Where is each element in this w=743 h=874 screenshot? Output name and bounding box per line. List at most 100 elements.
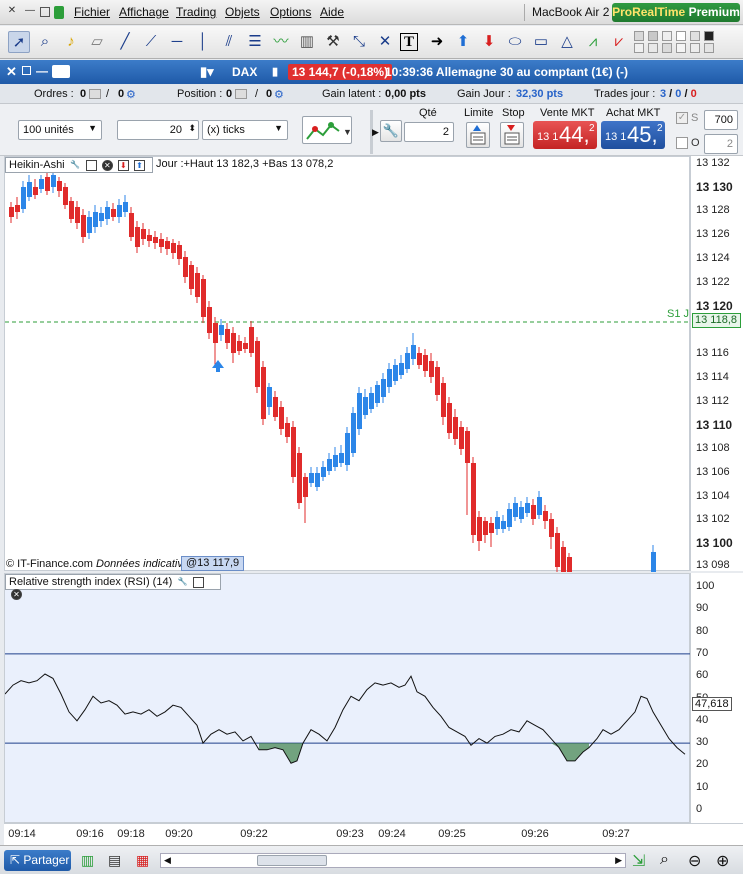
arrow-up-icon[interactable]: ⬆	[452, 31, 474, 53]
color-swatch[interactable]	[634, 43, 644, 53]
price-tick: 13 104	[696, 490, 730, 502]
close-panel-icon[interactable]: ✕	[101, 159, 113, 171]
rsi-panel[interactable]: Relative strength index (RSI) (14) 🔧 ✕	[4, 573, 691, 823]
scroll-right-icon[interactable]: ▶	[615, 855, 622, 866]
orders-icon[interactable]: ▮	[272, 65, 278, 78]
maximize-panel-icon[interactable]	[193, 576, 205, 588]
color-swatch[interactable]	[690, 43, 700, 53]
menu-fichier[interactable]: Fichier	[74, 5, 110, 19]
candles-icon[interactable]: ▮▾	[200, 64, 214, 80]
tools-icon[interactable]: ⤡	[348, 31, 370, 53]
close-panel-icon[interactable]: ✕	[11, 588, 22, 600]
channel-icon[interactable]: ⫽	[218, 31, 240, 53]
menu-objets[interactable]: Objets	[225, 5, 260, 19]
maximize-panel-icon[interactable]	[85, 159, 97, 171]
limit-order-button[interactable]	[466, 122, 490, 148]
time-axis[interactable]: 09:14 09:16 09:18 09:20 09:22 09:23 09:24 09:25…	[4, 823, 743, 845]
color-swatch[interactable]	[648, 31, 658, 41]
limite-label: Limite	[464, 107, 494, 119]
wrench-icon[interactable]: 🔧	[177, 577, 188, 588]
color-swatch[interactable]	[676, 31, 686, 41]
units-select[interactable]: 100 unités ▼	[18, 120, 102, 140]
trading-chart-button[interactable]: ▼	[302, 116, 352, 144]
price-chart-panel[interactable]: Heikin-Ashi 🔧 ✕ ⬇ ⬆ Jour :+Haut 13 182,3…	[4, 156, 691, 572]
move-up-icon[interactable]: ⬆	[133, 159, 145, 171]
gain-latent-label: Gain latent :	[322, 88, 382, 100]
cancel-orders-icon[interactable]	[89, 89, 101, 99]
fibonacci-icon[interactable]: ☰	[244, 31, 266, 53]
text-icon[interactable]: T	[400, 33, 418, 51]
color-swatch[interactable]	[648, 43, 658, 53]
keyboard-icon[interactable]	[52, 65, 70, 78]
zigzag-icon[interactable]: ⩘	[582, 31, 604, 53]
o-input[interactable]: 2	[704, 134, 738, 154]
color-swatch[interactable]	[634, 31, 644, 41]
zoom-in-icon[interactable]: ⊕	[716, 851, 729, 871]
pen-icon[interactable]: 〰	[270, 31, 292, 53]
wrench-icon[interactable]: 🔧	[70, 160, 81, 171]
vertical-line-icon[interactable]: │	[192, 31, 214, 53]
close-chart-icon[interactable]: ✕	[6, 64, 17, 80]
arrow-down-icon[interactable]: ⬇	[478, 31, 500, 53]
move-down-icon[interactable]: ⬇	[117, 159, 129, 171]
rsi-tick: 40	[696, 713, 709, 726]
price-axis[interactable]: 13 132 13 130 13 128 13 126 13 124 13 122 13 1…	[690, 156, 743, 571]
sell-market-button[interactable]: 13 1 44, 2	[533, 121, 597, 149]
menu-trading[interactable]: Trading	[176, 5, 216, 19]
horizontal-line-icon[interactable]: ─	[166, 31, 188, 53]
color-swatch[interactable]	[662, 43, 672, 53]
collapse-arrow-icon[interactable]: ▶	[372, 127, 379, 138]
maximize-window-icon[interactable]	[40, 7, 50, 17]
horizontal-scrollbar[interactable]: ◀ ▶	[160, 853, 626, 868]
rectangle-icon[interactable]: ▭	[530, 31, 552, 53]
close-window-icon[interactable]: ✕	[6, 5, 18, 17]
cross-icon[interactable]: ✕	[374, 31, 396, 53]
stepper-icon[interactable]: ⬍	[188, 123, 196, 134]
line-icon[interactable]: ⟋	[140, 31, 162, 53]
position-settings-icon[interactable]: ⚙	[274, 88, 284, 101]
minimize-window-icon[interactable]: —	[24, 5, 36, 17]
zigzag-red-icon[interactable]: ⩗	[608, 31, 630, 53]
scroll-left-icon[interactable]: ◀	[164, 855, 171, 866]
segment-icon[interactable]: ╱	[114, 31, 136, 53]
trash-icon[interactable]: ▥	[296, 31, 318, 53]
menu-options[interactable]: Options	[270, 5, 311, 19]
s-checkbox[interactable]: ✓	[676, 112, 688, 124]
instrument-name[interactable]: DAX	[232, 65, 257, 79]
alarm-icon[interactable]: ♪	[60, 31, 82, 53]
hammer-icon[interactable]: ⚒	[322, 31, 344, 53]
ordres-settings-icon[interactable]: ⚙	[126, 88, 136, 101]
ellipse-icon[interactable]: ⬭	[504, 31, 526, 53]
s-input[interactable]: 700	[704, 110, 738, 130]
minimize-chart-icon[interactable]: —	[36, 64, 48, 78]
scroll-thumb[interactable]	[257, 855, 327, 866]
color-swatch[interactable]	[676, 43, 686, 53]
menu-affichage[interactable]: Affichage	[119, 5, 169, 19]
pointer-icon[interactable]: ➚	[8, 31, 30, 53]
quantity-input[interactable]: 2	[404, 122, 454, 142]
triangle-icon[interactable]: △	[556, 31, 578, 53]
buy-market-button[interactable]: 13 1 45, 2	[601, 121, 665, 149]
zoom-fit-icon[interactable]: ⌕	[660, 851, 669, 869]
stop-order-button[interactable]	[500, 122, 524, 148]
share-button[interactable]: ⇱ Partager	[4, 850, 71, 871]
list-icon[interactable]: ▤	[108, 852, 121, 869]
zoom-icon[interactable]: ⌕	[34, 31, 56, 53]
restore-chart-icon[interactable]	[22, 66, 31, 75]
color-swatch[interactable]	[704, 43, 714, 53]
color-swatch[interactable]	[662, 31, 672, 41]
chart-layout-icon[interactable]: ▦	[136, 852, 149, 869]
add-indicator-icon[interactable]: ▥	[81, 852, 94, 869]
color-swatch[interactable]	[704, 31, 714, 41]
close-position-icon[interactable]	[235, 89, 247, 99]
auto-scale-icon[interactable]: ⇲	[632, 851, 645, 871]
color-swatch[interactable]	[690, 31, 700, 41]
o-checkbox[interactable]	[676, 137, 688, 149]
ticks-unit-select[interactable]: (x) ticks ▼	[202, 120, 288, 140]
ruler-icon[interactable]: ▱	[86, 31, 108, 53]
ticks-quantity-input[interactable]: 20 ⬍	[117, 120, 199, 140]
zoom-out-icon[interactable]: ⊖	[688, 851, 701, 871]
wrench-icon[interactable]: 🔧	[380, 120, 402, 142]
menu-aide[interactable]: Aide	[320, 5, 344, 19]
arrow-right-icon[interactable]: ➜	[426, 31, 448, 53]
